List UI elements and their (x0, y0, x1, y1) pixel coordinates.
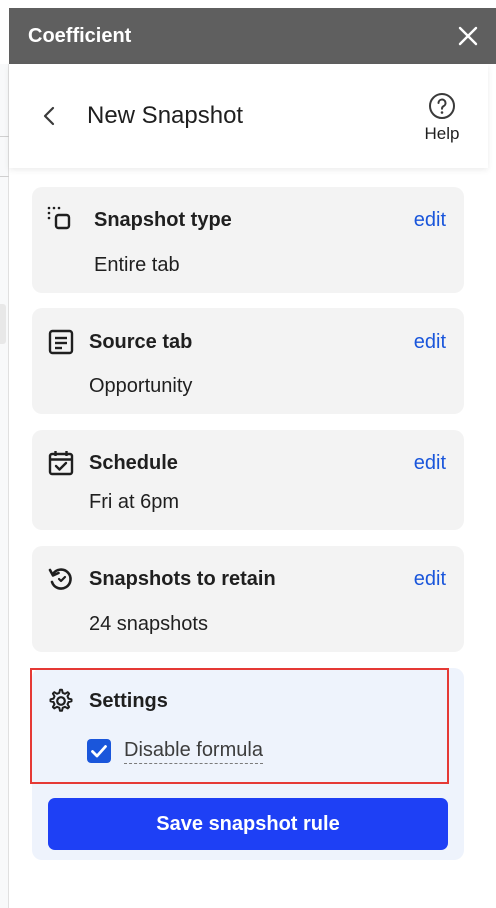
card-title: Snapshot type (94, 209, 232, 231)
back-chevron-icon[interactable] (39, 104, 59, 128)
help-circle-icon (429, 93, 455, 119)
help-label: Help (424, 124, 460, 143)
app-title: Coefficient (28, 24, 132, 47)
close-icon[interactable] (456, 24, 480, 48)
source-tab-icon (48, 329, 74, 355)
card-title: Source tab (89, 331, 193, 353)
snapshot-type-icon (46, 205, 72, 231)
edit-source-tab-link[interactable]: edit (414, 331, 446, 354)
card-title: Schedule (89, 452, 178, 474)
snapshot-type-card: Snapshot type edit Entire tab (32, 187, 464, 293)
edit-schedule-link[interactable]: edit (414, 452, 446, 475)
card-title: Snapshots to retain (89, 568, 276, 590)
calendar-icon (48, 450, 74, 476)
refresh-icon (48, 566, 74, 592)
help-button[interactable]: Help (418, 92, 466, 144)
addon-titlebar: Coefficient (9, 8, 496, 64)
schedule-card: Schedule edit Fri at 6pm (32, 430, 464, 530)
source-tab-card: Source tab edit Opportunity (32, 308, 464, 414)
underlying-sheet-edge (0, 64, 9, 908)
card-value: Entire tab (94, 254, 180, 276)
snapshots-to-retain-card: Snapshots to retain edit 24 snapshots (32, 546, 464, 652)
page-title: New Snapshot (87, 102, 244, 129)
sheet-gridline (0, 136, 9, 137)
sheet-gridline (0, 176, 9, 177)
page-header: New Snapshot Help (9, 64, 488, 168)
edit-snapshots-to-retain-link[interactable]: edit (414, 568, 446, 591)
edit-snapshot-type-link[interactable]: edit (414, 209, 446, 232)
sheet-scroll-handle (0, 304, 6, 344)
card-value: 24 snapshots (89, 613, 208, 635)
settings-highlight-box (30, 668, 449, 784)
card-value: Opportunity (89, 375, 193, 397)
card-value: Fri at 6pm (89, 491, 180, 513)
save-snapshot-rule-button[interactable]: Save snapshot rule (48, 798, 448, 850)
